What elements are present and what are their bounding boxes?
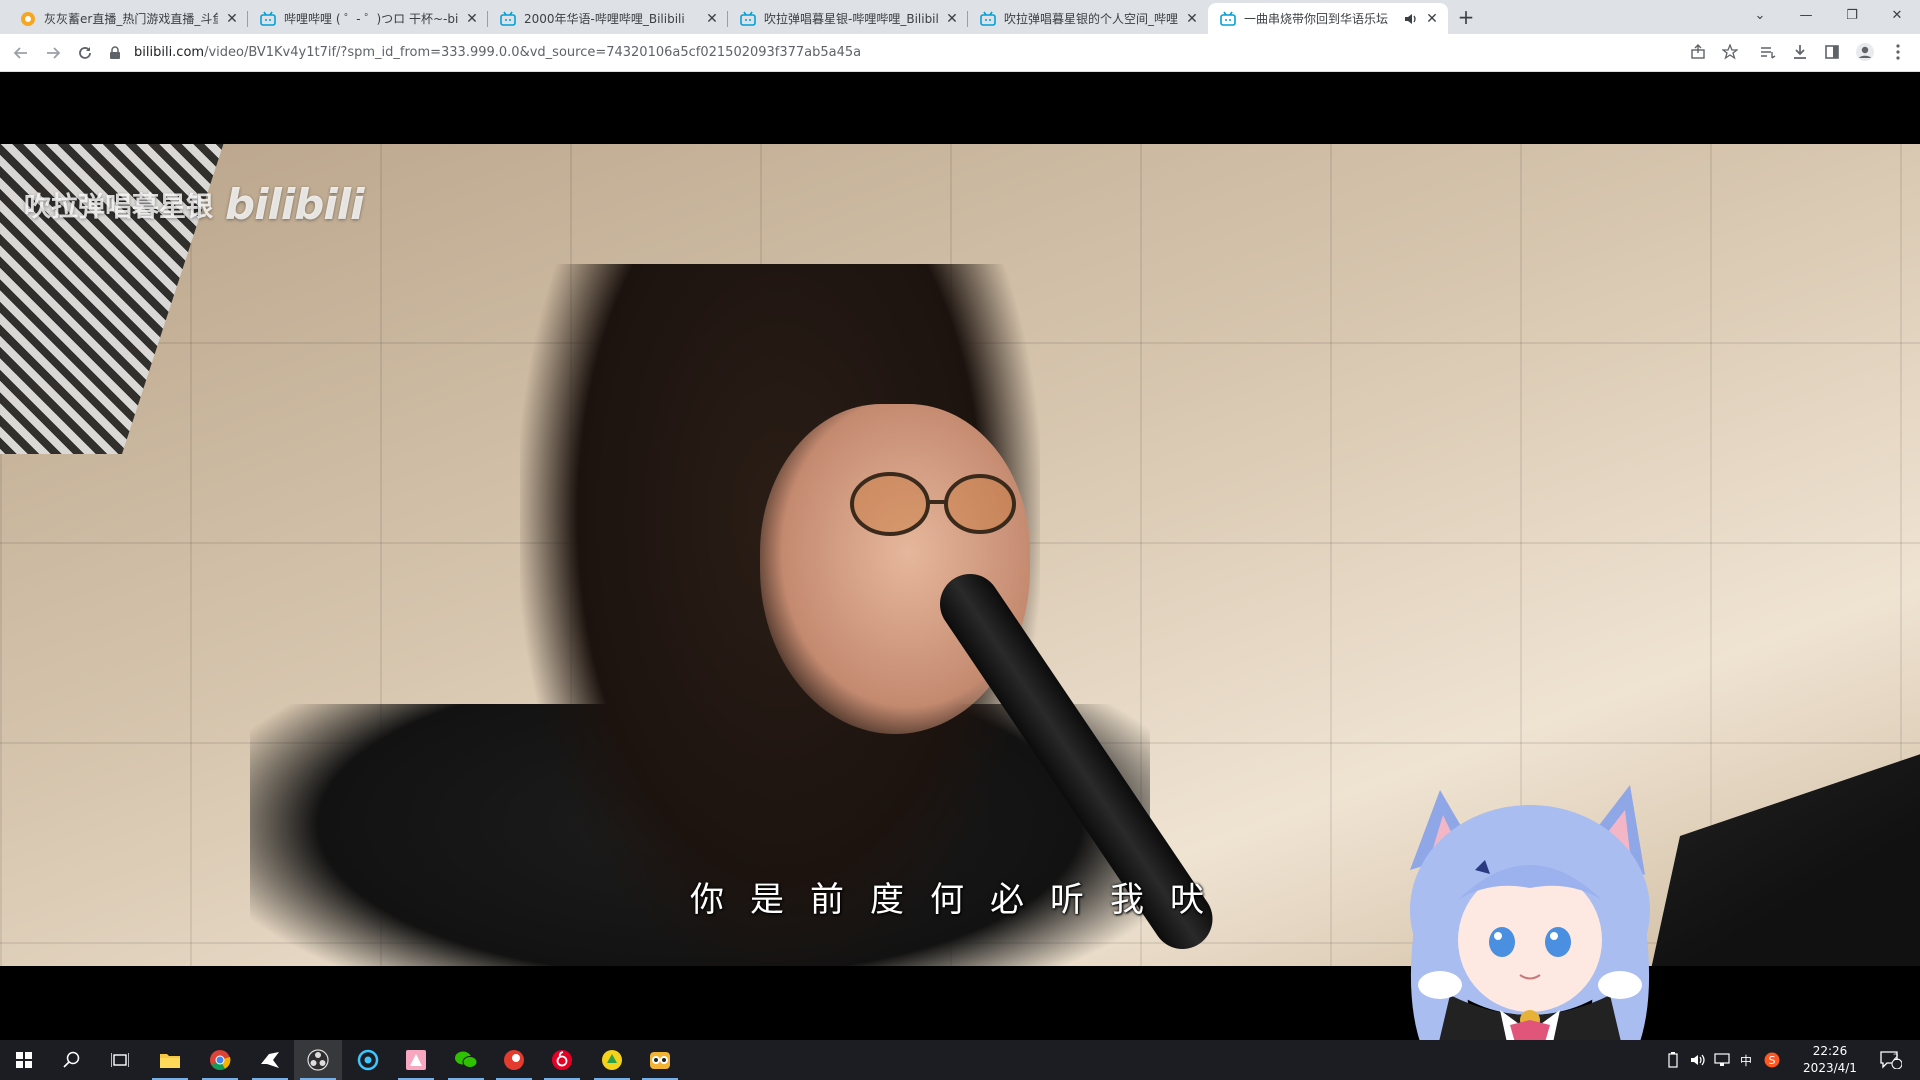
forward-icon[interactable] <box>40 40 66 66</box>
url-host: bilibili.com <box>134 44 205 60</box>
svg-text:S: S <box>1769 1054 1776 1067</box>
bilibili-icon <box>260 11 276 27</box>
close-icon[interactable]: ✕ <box>1424 11 1440 27</box>
lock-icon[interactable] <box>108 45 122 59</box>
restore-button[interactable]: ❐ <box>1829 0 1875 30</box>
watermark-channel-name: 吹拉弹唱暮星银 <box>24 192 213 223</box>
tab-channel-videos[interactable]: 吹拉弹唱暮星银-哔哩哔哩_Bilibili ✕ <box>728 3 968 34</box>
tab-title: 一曲串烧带你回到华语乐坛 <box>1244 12 1389 26</box>
tab-2000-chinese[interactable]: 2000年华语-哔哩哔哩_Bilibili ✕ <box>488 3 728 34</box>
tab-search-icon[interactable]: ⌄ <box>1737 0 1783 30</box>
download-icon[interactable] <box>1790 42 1810 62</box>
battery-icon[interactable] <box>1668 1040 1678 1080</box>
video-performer-glasses <box>850 472 1016 536</box>
tab-user-space[interactable]: 吹拉弹唱暮星银的个人空间_哔哩 ✕ <box>968 3 1208 34</box>
task-view-icon[interactable] <box>96 1040 144 1080</box>
url-text: bilibili.com/video/BV1Kv4y1t7if/?spm_id_… <box>134 45 861 60</box>
windows-taskbar: 中 S 22:26 2023/4/1 2 <box>0 1040 1920 1080</box>
search-icon[interactable] <box>48 1040 96 1080</box>
notification-count: 2 <box>1893 1053 1899 1063</box>
close-icon[interactable]: ✕ <box>464 11 480 27</box>
vtuber-avatar-overlay <box>1410 785 1650 1080</box>
minimize-button[interactable]: — <box>1783 0 1829 30</box>
notification-center-icon[interactable]: 2 <box>1880 1040 1902 1080</box>
tab-current-video[interactable]: 一曲串烧带你回到华语乐坛 ✕ <box>1208 3 1448 34</box>
app-red-icon[interactable] <box>490 1040 538 1080</box>
app-blue-icon[interactable] <box>344 1040 392 1080</box>
start-icon[interactable] <box>0 1040 48 1080</box>
tab-bilibili-home[interactable]: 哔哩哔哩 ( ゜- ゜)つロ 干杯~-bilibili ✕ <box>248 3 488 34</box>
new-tab-button[interactable]: + <box>1454 6 1478 30</box>
video-watermark: 吹拉弹唱暮星银 bilibili <box>24 180 365 229</box>
back-icon[interactable] <box>8 40 34 66</box>
tab-title: 哔哩哔哩 ( ゜- ゜)つロ 干杯~-bilibili <box>284 12 458 26</box>
tab-title: 2000年华语-哔哩哔哩_Bilibili <box>524 12 685 26</box>
bookmark-star-icon[interactable] <box>1720 42 1740 62</box>
chrome-icon[interactable] <box>196 1040 244 1080</box>
obs-icon[interactable] <box>294 1040 342 1080</box>
speaker-icon[interactable] <box>1404 12 1418 26</box>
reading-list-icon[interactable] <box>1758 42 1778 62</box>
close-window-button[interactable]: ✕ <box>1874 0 1920 30</box>
system-clock[interactable]: 22:26 2023/4/1 <box>1790 1043 1870 1077</box>
share-icon[interactable] <box>1688 42 1708 62</box>
bilibili-logo: bilibili <box>225 180 365 229</box>
close-icon[interactable]: ✕ <box>944 11 960 27</box>
bilibili-icon <box>500 11 516 27</box>
tab-title: 灰灰蓄er直播_热门游戏直播_斗鱼 <box>44 12 218 26</box>
tab-douyu[interactable]: 灰灰蓄er直播_热门游戏直播_斗鱼 ✕ <box>8 3 248 34</box>
address-bar[interactable]: bilibili.com/video/BV1Kv4y1t7if/?spm_id_… <box>108 37 1758 67</box>
ime-indicator[interactable]: 中 <box>1740 1040 1752 1080</box>
wechat-icon[interactable] <box>442 1040 490 1080</box>
app-pink-icon[interactable] <box>392 1040 440 1080</box>
douyu-icon <box>20 11 36 27</box>
bilibili-icon <box>740 11 756 27</box>
netease-music-icon[interactable] <box>538 1040 586 1080</box>
volume-icon[interactable] <box>1690 1040 1706 1080</box>
app-owl-icon[interactable] <box>636 1040 684 1080</box>
tab-title: 吹拉弹唱暮星银-哔哩哔哩_Bilibili <box>764 12 938 26</box>
sogou-input-icon[interactable]: S <box>1764 1040 1780 1080</box>
url-path: /video/BV1Kv4y1t7if/?spm_id_from=333.999… <box>204 44 862 60</box>
close-icon[interactable]: ✕ <box>1184 11 1200 27</box>
side-panel-icon[interactable] <box>1822 42 1842 62</box>
reload-icon[interactable] <box>72 40 98 66</box>
app-bird-icon[interactable] <box>246 1040 294 1080</box>
menu-kebab-icon[interactable] <box>1888 42 1908 62</box>
bilibili-icon <box>980 11 996 27</box>
profile-avatar-icon[interactable] <box>1855 42 1875 62</box>
app-yellow-icon[interactable] <box>588 1040 636 1080</box>
close-icon[interactable]: ✕ <box>704 11 720 27</box>
clock-date: 2023/4/1 <box>1803 1061 1857 1075</box>
file-explorer-icon[interactable] <box>146 1040 194 1080</box>
clock-time: 22:26 <box>1812 1044 1848 1058</box>
network-icon[interactable] <box>1714 1040 1730 1080</box>
browser-toolbar: bilibili.com/video/BV1Kv4y1t7if/?spm_id_… <box>0 34 1920 72</box>
close-icon[interactable]: ✕ <box>224 11 240 27</box>
bilibili-icon <box>1220 11 1236 27</box>
tab-title: 吹拉弹唱暮星银的个人空间_哔哩 <box>1004 12 1178 26</box>
tab-strip: 灰灰蓄er直播_热门游戏直播_斗鱼 ✕ 哔哩哔哩 ( ゜- ゜)つロ 干杯~-b… <box>0 0 1920 34</box>
